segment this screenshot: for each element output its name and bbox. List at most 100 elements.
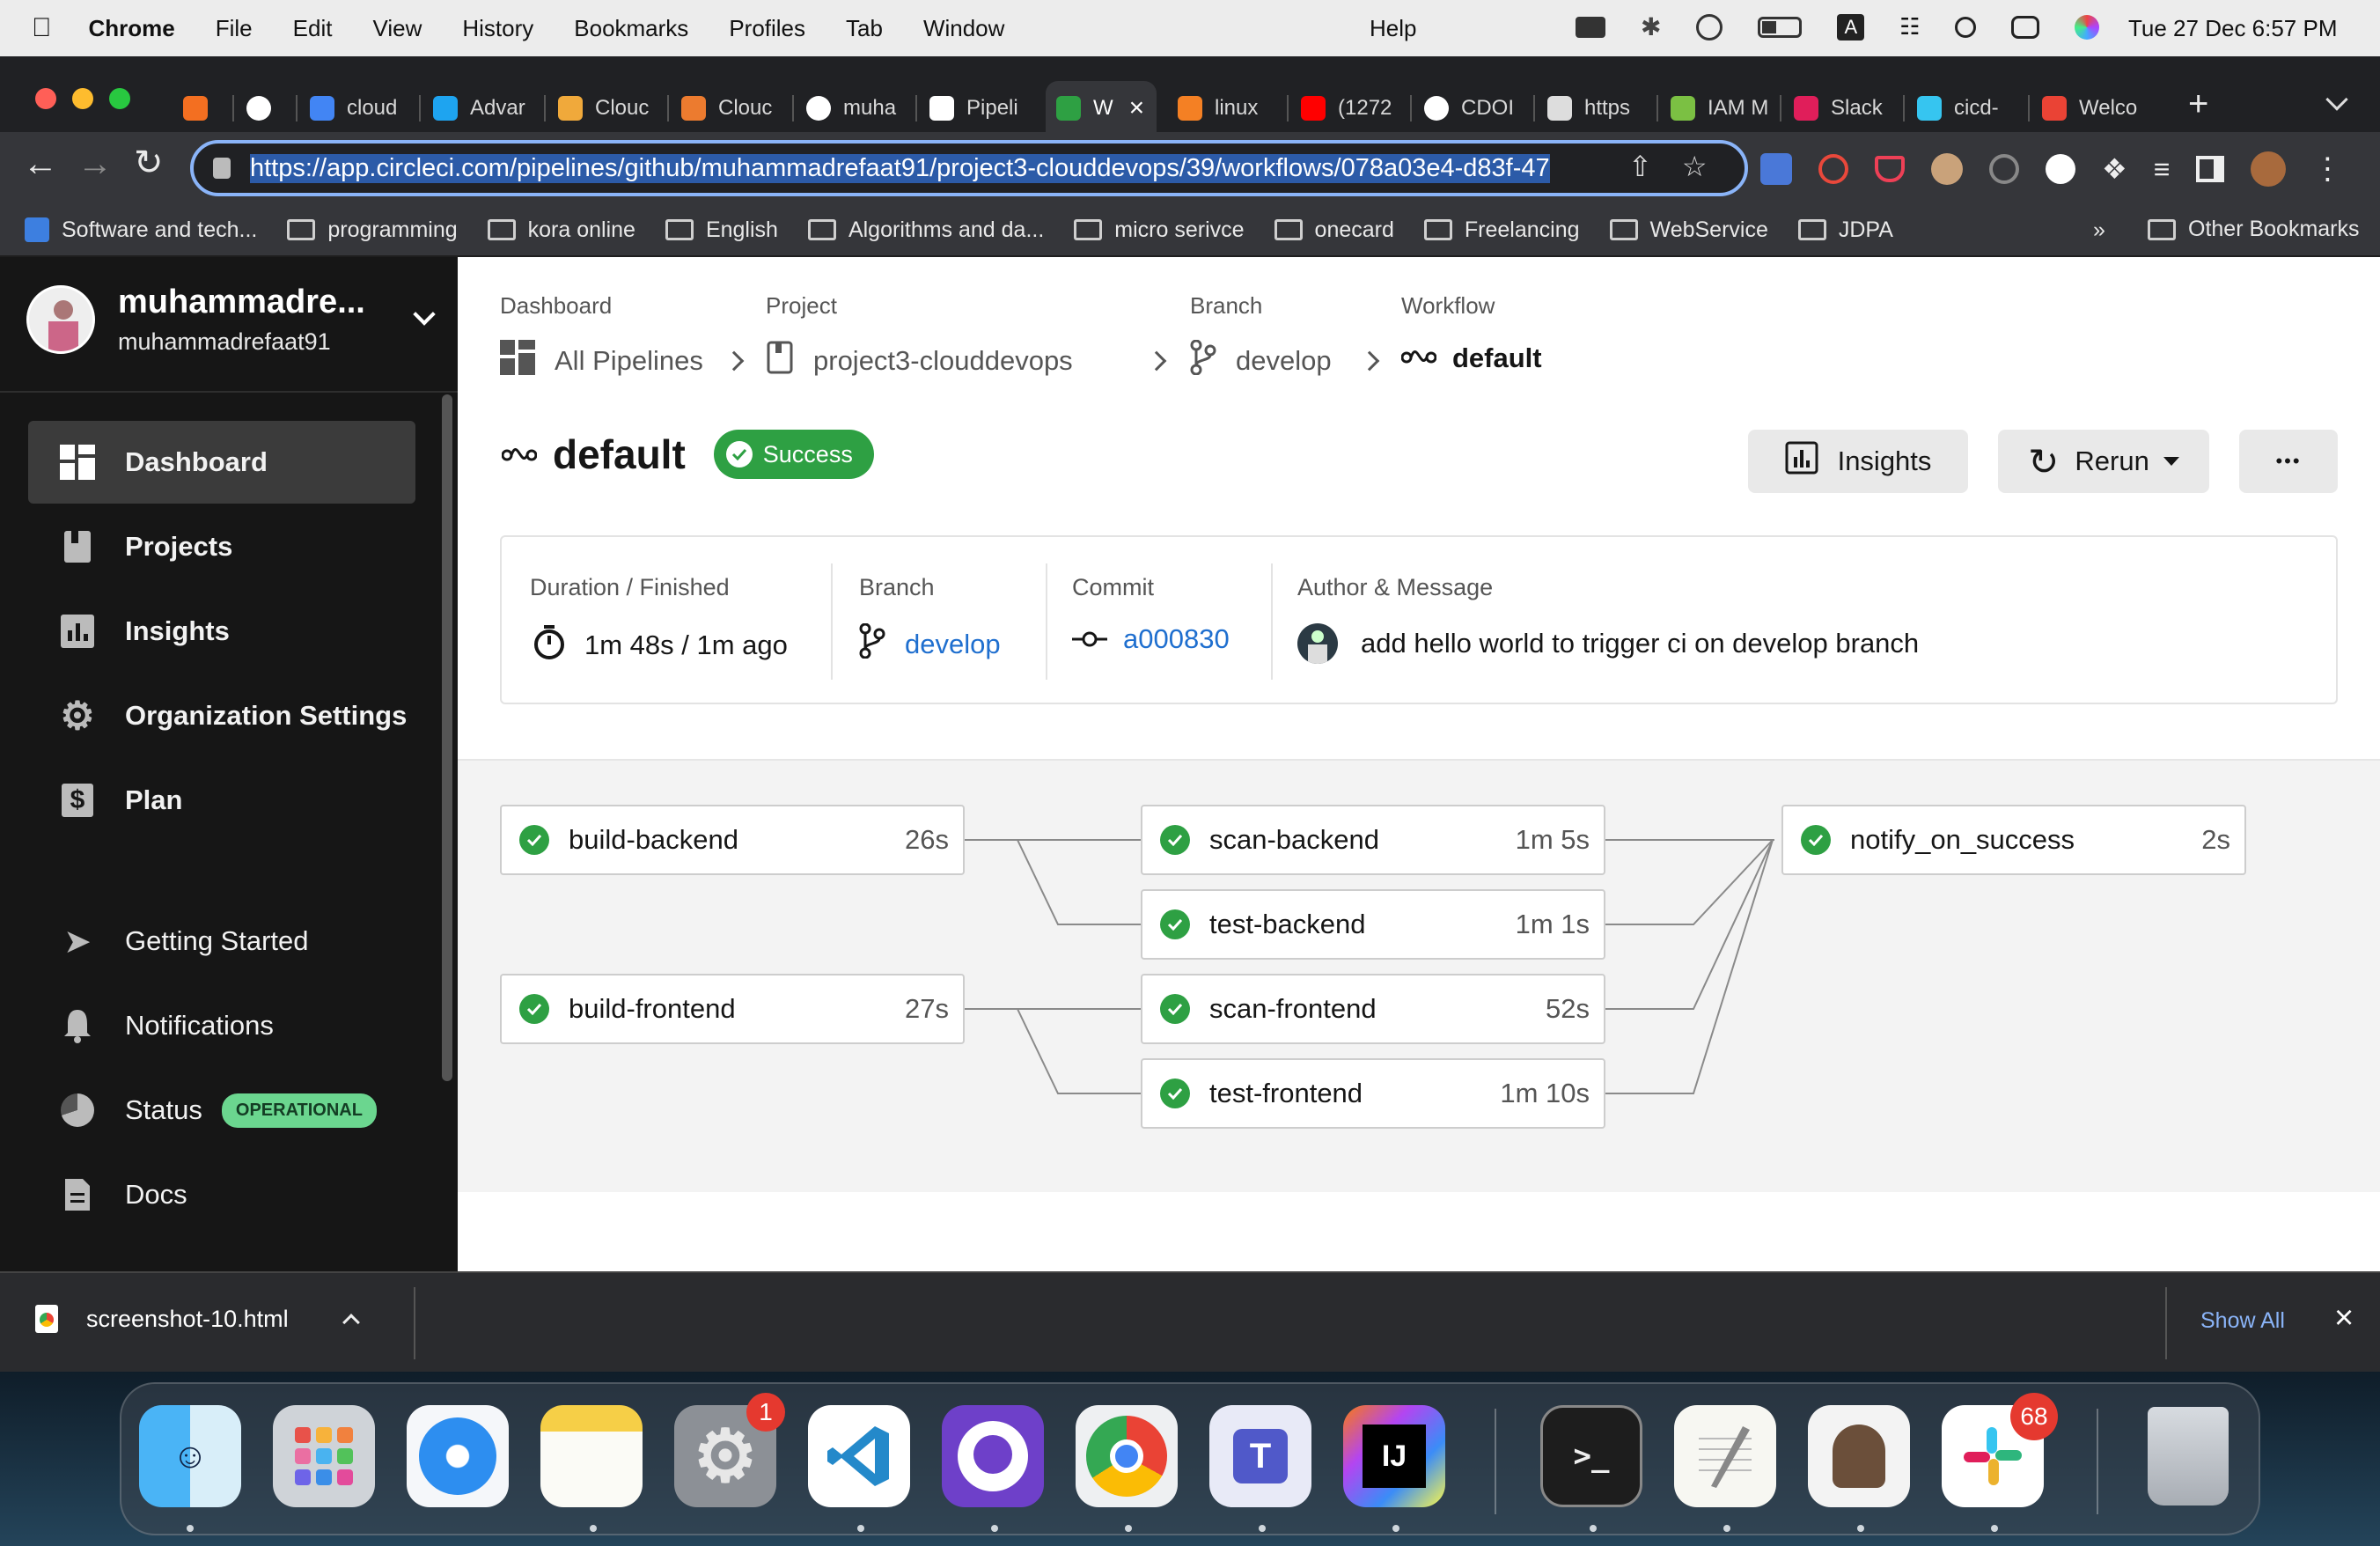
input-source-icon[interactable]: A (1837, 13, 1865, 40)
org-switcher[interactable]: muhammadre... muhammadrefaat91 (26, 283, 436, 356)
sidebar-item-insights[interactable]: Insights (28, 590, 415, 673)
sidebar-item-notifications[interactable]: Notifications (28, 984, 415, 1067)
extensions-puzzle-icon[interactable]: ❖ (2102, 152, 2127, 186)
menu-help[interactable]: Help (1370, 15, 1416, 42)
wifi-icon[interactable]: ☷ (1899, 13, 1920, 40)
new-tab-button[interactable]: + (2188, 83, 2208, 125)
tab-2[interactable]: cloud (299, 81, 412, 136)
close-icon[interactable]: × (2334, 1299, 2354, 1337)
play-icon[interactable] (1696, 13, 1723, 40)
lock-icon[interactable] (213, 158, 231, 179)
tab-4[interactable]: Clouc (547, 81, 660, 136)
launchpad-icon[interactable] (273, 1405, 375, 1507)
teams-icon[interactable]: T (1209, 1405, 1311, 1507)
tab-13[interactable]: IAM M (1660, 81, 1773, 136)
tab-0[interactable] (173, 81, 225, 136)
back-icon[interactable]: ← (23, 144, 58, 184)
download-item[interactable]: screenshot-10.html (35, 1305, 360, 1333)
side-panel-icon[interactable] (2196, 156, 2225, 182)
menu-profiles[interactable]: Profiles (729, 15, 805, 42)
rerun-button[interactable]: ↻ Rerun (1998, 430, 2209, 493)
sidebar-item-getting-started[interactable]: ➤ Getting Started (28, 900, 415, 983)
commit-link[interactable]: a000830 (1123, 623, 1230, 655)
job-scan-frontend[interactable]: scan-frontend 52s (1141, 974, 1605, 1044)
github-desktop-icon[interactable] (942, 1405, 1044, 1507)
tab-3[interactable]: Advar (422, 81, 537, 136)
sidebar-item-status[interactable]: Status OPERATIONAL (28, 1069, 415, 1152)
more-actions-button[interactable]: ••• (2239, 430, 2338, 493)
show-all-button[interactable]: Show All (2200, 1308, 2285, 1334)
safari-icon[interactable] (407, 1405, 509, 1507)
address-bar[interactable]: https://app.circleci.com/pipelines/githu… (190, 140, 1748, 196)
bookmark-folder-onecard[interactable]: onecard (1274, 217, 1394, 243)
sidebar-item-docs[interactable]: Docs (28, 1153, 415, 1236)
apple-icon[interactable]:  (32, 13, 52, 43)
job-test-frontend[interactable]: test-frontend 1m 10s (1141, 1058, 1605, 1129)
job-test-backend[interactable]: test-backend 1m 1s (1141, 889, 1605, 960)
sidebar-item-projects[interactable]: Projects (28, 505, 415, 588)
bookmark-folder-webservice[interactable]: WebService (1609, 217, 1768, 243)
bookmark-folder-freelancing[interactable]: Freelancing (1423, 217, 1580, 243)
chevron-down-icon[interactable] (413, 303, 436, 326)
insights-button[interactable]: Insights (1748, 430, 1968, 493)
menu-history[interactable]: History (462, 15, 533, 42)
extension-red-icon[interactable] (1818, 154, 1848, 184)
breadcrumb-all-pipelines[interactable]: All Pipelines (500, 340, 703, 382)
menu-edit[interactable]: Edit (293, 15, 333, 42)
breadcrumb-workflow[interactable]: default (1400, 340, 1542, 377)
bookmarks-overflow-button[interactable]: » (2093, 217, 2105, 243)
bookmark-folder-micro[interactable]: micro serivce (1074, 217, 1245, 243)
tab-16[interactable]: Welco (2031, 81, 2146, 136)
docker-icon[interactable] (1576, 16, 1605, 38)
profile-avatar[interactable] (2251, 151, 2287, 187)
tab-5[interactable]: Clouc (671, 81, 785, 136)
bookmark-folder-jdpa[interactable]: JDPA (1797, 217, 1893, 243)
bluetooth-icon[interactable]: ✱ (1641, 12, 1661, 41)
menu-bookmarks[interactable]: Bookmarks (574, 15, 688, 42)
pocket-icon[interactable] (1875, 156, 1905, 182)
siri-icon[interactable] (2075, 14, 2100, 40)
bookmark-star-icon[interactable]: ☆ (1682, 150, 1708, 183)
sidebar-item-plan[interactable]: $ Plan (28, 759, 415, 842)
tab-12[interactable]: https (1537, 81, 1649, 136)
branch-link[interactable]: develop (905, 629, 1001, 660)
job-notify-on-success[interactable]: notify_on_success 2s (1781, 805, 2246, 875)
sidebar-item-organization-settings[interactable]: ⚙ Organization Settings (28, 674, 415, 757)
battery-icon[interactable] (1758, 16, 1803, 38)
tab-6[interactable]: muha (796, 81, 908, 136)
notes-icon[interactable] (540, 1405, 643, 1507)
chrome-menu-icon[interactable]: ⋮ (2312, 151, 2342, 187)
reading-list-icon[interactable]: ≡ (2154, 153, 2171, 186)
bookmark-folder-english[interactable]: English (665, 217, 778, 243)
bookmark-folder-programming[interactable]: programming (287, 217, 458, 243)
extension-face-icon[interactable] (1931, 153, 1963, 185)
vscode-icon[interactable] (808, 1405, 910, 1507)
sidebar-item-dashboard[interactable]: Dashboard (28, 421, 415, 504)
terminal-icon[interactable]: >_ (1540, 1405, 1642, 1507)
menu-app-name[interactable]: Chrome (89, 15, 175, 42)
finder-icon[interactable]: ☺ (139, 1405, 241, 1507)
chevron-up-icon[interactable] (342, 1314, 360, 1331)
breadcrumb-branch[interactable]: develop (1190, 339, 1332, 382)
tab-15[interactable]: cicd- (1906, 81, 2019, 136)
close-window-button[interactable] (35, 88, 56, 109)
tab-1[interactable] (236, 81, 289, 136)
job-scan-backend[interactable]: scan-backend 1m 5s (1141, 805, 1605, 875)
trash-icon[interactable] (2137, 1405, 2239, 1507)
tab-9[interactable]: linux (1167, 81, 1280, 136)
tab-7[interactable]: Pipeli (919, 81, 1033, 136)
breadcrumb-project[interactable]: project3-clouddevops (766, 340, 1073, 382)
sidebar-scrollbar[interactable] (442, 394, 452, 1081)
forward-icon[interactable]: → (77, 144, 113, 184)
close-tab-icon[interactable]: × (1129, 93, 1145, 123)
extension-dark-icon[interactable] (2046, 154, 2075, 184)
tab-8[interactable]: W × (1046, 81, 1157, 136)
url-text[interactable]: https://app.circleci.com/pipelines/githu… (250, 153, 1550, 183)
zoom-window-button[interactable] (109, 88, 130, 109)
job-build-backend[interactable]: build-backend 26s (500, 805, 965, 875)
job-build-frontend[interactable]: build-frontend 27s (500, 974, 965, 1044)
intellij-icon[interactable]: IJ (1343, 1405, 1445, 1507)
menu-file[interactable]: File (216, 15, 253, 42)
bookmark-folder-kora[interactable]: kora online (487, 217, 635, 243)
bookmark-folder-other[interactable]: Other Bookmarks (2148, 217, 2360, 242)
